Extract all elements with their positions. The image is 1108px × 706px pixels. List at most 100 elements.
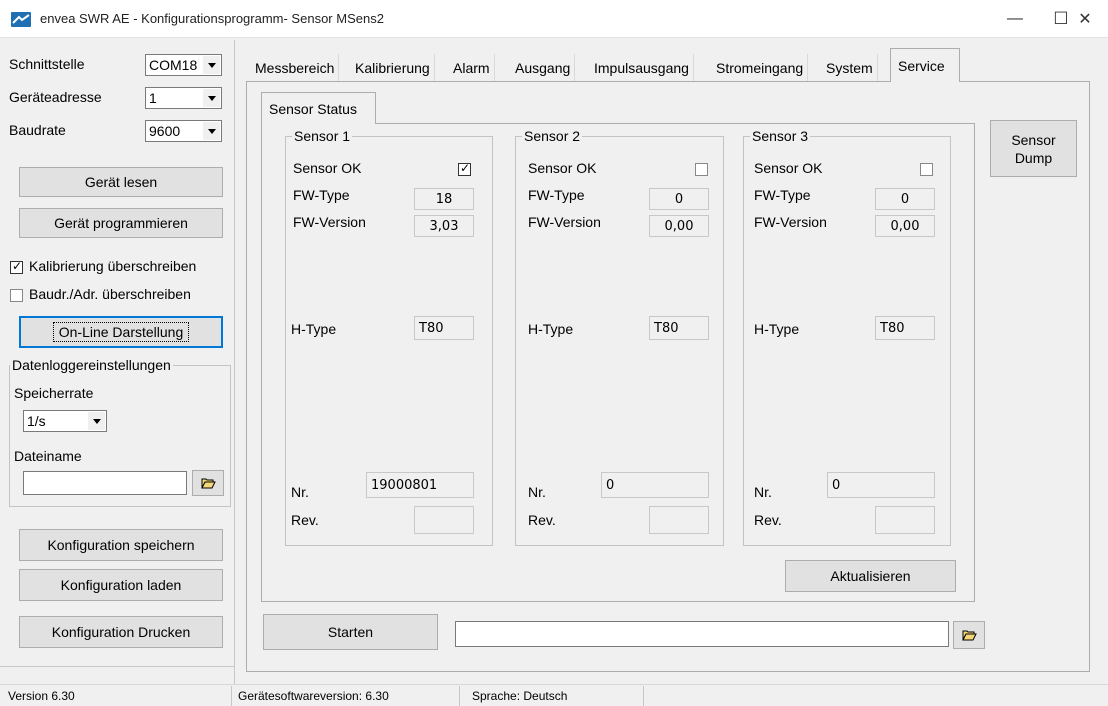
tab-system[interactable]: System	[822, 54, 878, 82]
sensor-2-fwversion-value: 0,00	[649, 215, 709, 237]
subpanel-right	[974, 123, 975, 602]
browse-folder-button[interactable]	[192, 470, 224, 496]
window-title: envea SWR AE - Konfigurationsprogramm- S…	[40, 11, 384, 26]
panel-left	[246, 81, 247, 672]
title-bar: envea SWR AE - Konfigurationsprogramm- S…	[0, 0, 1108, 38]
panel-top-right	[960, 81, 1090, 82]
baud-value: 9600	[149, 123, 181, 139]
sensor-3-ok-checkbox[interactable]	[920, 163, 933, 176]
sensor-3-fwversion-label: FW-Version	[754, 214, 827, 230]
subpanel-bottom	[261, 601, 975, 602]
sensor-2-fwtype-label: FW-Type	[528, 187, 585, 203]
sensor-3-title: Sensor 3	[750, 128, 811, 144]
sensor-3-htype-value: T80	[875, 316, 935, 340]
sensor-2-nr-label: Nr.	[528, 484, 546, 500]
chevron-down-icon[interactable]	[203, 89, 220, 107]
tab-service[interactable]: Service	[890, 48, 960, 82]
interface-select[interactable]: COM18	[145, 54, 222, 76]
sensor-3-ok-label: Sensor OK	[754, 160, 823, 176]
overwrite-baud-label: Baudr./Adr. überschreiben	[29, 286, 191, 302]
sensor-1-rev-label: Rev.	[291, 512, 319, 528]
panel-bottom	[246, 671, 1090, 672]
update-button[interactable]: Aktualisieren	[785, 560, 956, 592]
tab-messbereich[interactable]: Messbereich	[251, 54, 340, 82]
sensor-1-fwversion-value: 3,03	[414, 215, 474, 237]
interface-value: COM18	[149, 57, 198, 73]
sensor-2-htype-label: H-Type	[528, 321, 574, 337]
left-bottom-divider	[0, 666, 234, 667]
read-device-button[interactable]: Gerät lesen	[19, 167, 223, 197]
sensor-dump-button[interactable]: Sensor Dump	[990, 120, 1077, 177]
sensor-3-fwtype-label: FW-Type	[754, 187, 811, 203]
panel-right	[1089, 81, 1090, 672]
print-config-button[interactable]: Konfiguration Drucken	[19, 616, 223, 648]
overwrite-calibration-label: Kalibrierung überschreiben	[29, 258, 197, 274]
sensor-3-nr-value: 0	[827, 472, 935, 498]
online-view-label: On-Line Darstellung	[52, 322, 190, 342]
sensor-3-nr-label: Nr.	[754, 484, 772, 500]
sensor-1-fwtype-value: 18	[414, 188, 474, 210]
folder-icon	[961, 630, 977, 641]
left-divider	[234, 40, 235, 684]
sensor-3-rev-label: Rev.	[754, 512, 782, 528]
sensor-2-rev-label: Rev.	[528, 512, 556, 528]
address-value: 1	[149, 90, 157, 106]
interface-label: Schnittstelle	[9, 56, 85, 72]
sensor-1-nr-value: 19000801	[366, 472, 474, 498]
close-button[interactable]: ✕	[1062, 0, 1108, 38]
sensor-3-rev-value	[875, 506, 935, 534]
sensor-2-ok-checkbox[interactable]	[695, 163, 708, 176]
program-device-button[interactable]: Gerät programmieren	[19, 208, 223, 238]
rate-value: 1/s	[27, 413, 46, 429]
chevron-down-icon[interactable]	[203, 122, 220, 140]
tab-alarm[interactable]: Alarm	[449, 54, 495, 82]
datalogger-title: Datenloggereinstellungen	[10, 357, 173, 373]
address-select[interactable]: 1	[145, 87, 222, 109]
load-config-button[interactable]: Konfiguration laden	[19, 569, 223, 601]
sensor-2-rev-value	[649, 506, 709, 534]
chevron-down-icon[interactable]	[203, 56, 220, 74]
rate-select[interactable]: 1/s	[23, 410, 107, 432]
status-language: Sprache: Deutsch	[468, 686, 644, 706]
sensor-1-nr-label: Nr.	[291, 484, 309, 500]
sensor-2-fwversion-label: FW-Version	[528, 214, 601, 230]
app-logo-icon	[11, 12, 31, 27]
sensor-2-nr-value: 0	[601, 472, 709, 498]
tab-ausgang[interactable]: Ausgang	[511, 54, 576, 82]
minimize-button[interactable]: —	[992, 0, 1038, 38]
rate-label: Speicherrate	[14, 385, 94, 401]
sensor-1-rev-value	[414, 506, 474, 534]
sensor-1-ok-checkbox[interactable]	[458, 161, 471, 176]
subpanel-left	[261, 123, 262, 602]
chevron-down-icon[interactable]	[88, 412, 105, 430]
sensor-1-htype-value: T80	[414, 316, 474, 340]
address-label: Geräteadresse	[9, 89, 102, 105]
sensor-2-fwtype-value: 0	[649, 188, 709, 210]
status-fw-version: Gerätesoftwareversion: 6.30	[234, 686, 460, 706]
sensor-1-ok-label: Sensor OK	[293, 160, 362, 176]
start-button[interactable]: Starten	[263, 614, 438, 650]
baud-label: Baudrate	[9, 122, 66, 138]
browse-path-button[interactable]	[953, 621, 985, 649]
sensor-2-htype-value: T80	[649, 316, 709, 340]
baud-select[interactable]: 9600	[145, 120, 222, 142]
tab-kalibrierung[interactable]: Kalibrierung	[351, 54, 435, 82]
sensor-1-title: Sensor 1	[292, 128, 353, 144]
tab-stromeingang[interactable]: Stromeingang	[712, 54, 809, 82]
sensor-1-fwversion-label: FW-Version	[293, 214, 366, 230]
panel-top-left	[246, 81, 890, 82]
sensor-1-htype-label: H-Type	[291, 321, 337, 337]
sensor-3-fwversion-value: 0,00	[875, 215, 935, 237]
overwrite-calibration-checkbox[interactable]	[10, 259, 23, 274]
sensor-2-ok-label: Sensor OK	[528, 160, 597, 176]
sensor-2-title: Sensor 2	[522, 128, 583, 144]
online-view-button[interactable]: On-Line Darstellung	[19, 316, 223, 348]
tab-impulsausgang[interactable]: Impulsausgang	[590, 54, 694, 82]
path-input[interactable]	[455, 621, 949, 647]
tab-sensor-status[interactable]: Sensor Status	[261, 92, 376, 124]
filename-input[interactable]	[23, 471, 187, 495]
save-config-button[interactable]: Konfiguration speichern	[19, 529, 223, 561]
sensor-1-fwtype-label: FW-Type	[293, 187, 350, 203]
sensor-3-fwtype-value: 0	[875, 188, 935, 210]
overwrite-baud-checkbox[interactable]	[10, 289, 23, 302]
